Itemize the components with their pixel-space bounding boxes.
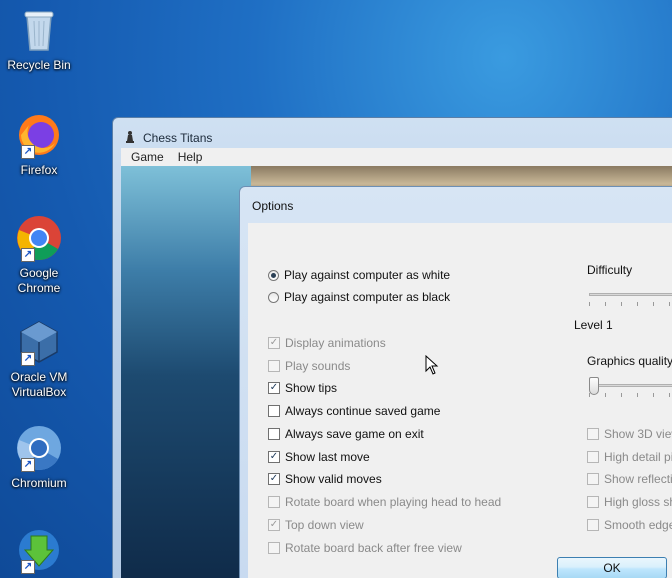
desktop-icon-label: Chromium xyxy=(11,476,67,490)
download-manager-icon: ↗ xyxy=(15,526,63,574)
shortcut-arrow-icon: ↗ xyxy=(21,248,35,262)
checkbox-play-sounds[interactable]: Play sounds xyxy=(268,359,350,373)
checkbox-unchecked-icon xyxy=(587,519,599,531)
checkbox-label: Show reflections xyxy=(604,472,672,486)
window-title: Chess Titans xyxy=(143,131,213,145)
checkbox-checked-icon: ✓ xyxy=(268,519,280,531)
firefox-icon: ↗ xyxy=(15,111,63,159)
checkbox-always-continue-saved-game[interactable]: Always continue saved game xyxy=(268,404,440,418)
checkbox-label: Rotate board back after free view xyxy=(285,541,462,555)
difficulty-slider[interactable] xyxy=(589,286,672,306)
desktop-icon-download-manager[interactable]: ↗ xyxy=(4,526,74,578)
slider-ticks xyxy=(589,302,672,306)
checkbox-high-gloss-shading[interactable]: High gloss shading xyxy=(587,495,672,509)
slider-thumb[interactable] xyxy=(589,377,599,395)
checkbox-label: Rotate board when playing head to head xyxy=(285,495,502,509)
shortcut-arrow-icon: ↗ xyxy=(21,352,35,366)
checkbox-label: High gloss shading xyxy=(604,495,672,509)
radio-label: Play against computer as white xyxy=(284,268,451,282)
shortcut-arrow-icon: ↗ xyxy=(21,145,35,159)
checkbox-label: Play sounds xyxy=(285,359,351,373)
checkbox-show-3d-view[interactable]: Show 3D view xyxy=(587,427,672,441)
mouse-cursor-icon xyxy=(425,354,439,375)
graphics-quality-slider[interactable] xyxy=(589,377,672,397)
desktop-icon-label: Firefox xyxy=(20,163,58,177)
checkbox-unchecked-icon xyxy=(268,496,280,508)
checkbox-label: High detail pieces xyxy=(604,450,672,464)
desktop-icon-label: Google Chrome xyxy=(17,266,61,295)
checkbox-show-last-move[interactable]: ✓ Show last move xyxy=(268,450,370,464)
checkbox-unchecked-icon xyxy=(587,451,599,463)
difficulty-value: Level 1 xyxy=(574,318,613,332)
menu-game[interactable]: Game xyxy=(125,148,170,166)
desktop-icon-label: Oracle VM VirtualBox xyxy=(10,370,68,399)
checkbox-high-detail-pieces[interactable]: High detail pieces xyxy=(587,450,672,464)
checkbox-label: Show last move xyxy=(285,450,370,464)
checkbox-unchecked-icon xyxy=(587,496,599,508)
chrome-icon: ↗ xyxy=(15,214,63,262)
checkbox-label: Always save game on exit xyxy=(285,427,424,441)
checkbox-label: Top down view xyxy=(285,518,364,532)
slider-track xyxy=(589,293,672,296)
difficulty-value-text: Level 1 xyxy=(574,318,613,332)
desktop-icon-chrome[interactable]: ↗ Google Chrome xyxy=(4,214,74,296)
dialog-title: Options xyxy=(252,199,294,213)
menu-bar: Game Help xyxy=(121,148,672,166)
desktop-icon-label: Recycle Bin xyxy=(7,58,71,72)
desktop-icon-chromium[interactable]: ↗ Chromium xyxy=(4,424,74,491)
checkbox-label: Show valid moves xyxy=(285,472,382,486)
graphics-quality-label: Graphics quality xyxy=(587,354,672,368)
virtualbox-icon: ↗ xyxy=(15,318,63,366)
window-titlebar[interactable]: Chess Titans xyxy=(113,118,672,150)
checkbox-show-reflections[interactable]: Show reflections xyxy=(587,472,672,486)
checkbox-unchecked-icon xyxy=(268,405,280,417)
radio-selected-icon xyxy=(268,269,279,281)
checkbox-rotate-board-head-to-head[interactable]: Rotate board when playing head to head xyxy=(268,495,501,509)
checkbox-unchecked-icon xyxy=(268,360,280,372)
radio-unselected-icon xyxy=(268,291,279,303)
chess-piece-icon xyxy=(123,130,137,147)
shortcut-arrow-icon: ↗ xyxy=(21,560,35,574)
checkbox-display-animations[interactable]: ✓ Display animations xyxy=(268,336,386,350)
difficulty-label: Difficulty xyxy=(587,263,632,277)
checkbox-label: Show tips xyxy=(285,381,338,395)
desktop-icon-virtualbox[interactable]: ↗ Oracle VM VirtualBox xyxy=(4,318,74,400)
checkbox-show-valid-moves[interactable]: ✓ Show valid moves xyxy=(268,472,382,486)
checkbox-label: Display animations xyxy=(285,336,386,350)
radio-play-black[interactable]: Play against computer as black xyxy=(268,290,450,304)
checkbox-checked-icon: ✓ xyxy=(268,451,280,463)
shortcut-arrow-icon: ↗ xyxy=(21,458,35,472)
recycle-bin-icon xyxy=(15,6,63,54)
checkbox-label: Smooth edges xyxy=(604,518,672,532)
checkbox-unchecked-icon xyxy=(587,473,599,485)
radio-play-white[interactable]: Play against computer as white xyxy=(268,268,450,282)
checkbox-top-down-view[interactable]: ✓ Top down view xyxy=(268,518,364,532)
checkbox-label: Show 3D view xyxy=(604,427,672,441)
checkbox-label: Always continue saved game xyxy=(285,404,441,418)
radio-label: Play against computer as black xyxy=(284,290,451,304)
checkbox-checked-icon: ✓ xyxy=(268,337,280,349)
checkbox-checked-icon: ✓ xyxy=(268,473,280,485)
slider-track xyxy=(589,384,672,387)
desktop-icon-recycle-bin[interactable]: Recycle Bin xyxy=(4,6,74,73)
checkbox-unchecked-icon xyxy=(268,428,280,440)
checkbox-rotate-board-back[interactable]: Rotate board back after free view xyxy=(268,541,462,555)
slider-ticks xyxy=(589,393,672,397)
ok-button[interactable]: OK xyxy=(557,557,667,578)
graphics-quality-text: Graphics quality xyxy=(587,354,672,368)
chromium-icon: ↗ xyxy=(15,424,63,472)
checkbox-checked-icon: ✓ xyxy=(268,382,280,394)
checkbox-smooth-edges[interactable]: Smooth edges xyxy=(587,518,672,532)
checkbox-unchecked-icon xyxy=(268,542,280,554)
checkbox-always-save-on-exit[interactable]: Always save game on exit xyxy=(268,427,424,441)
desktop-icon-firefox[interactable]: ↗ Firefox xyxy=(4,111,74,178)
checkbox-show-tips[interactable]: ✓ Show tips xyxy=(268,381,337,395)
menu-help[interactable]: Help xyxy=(172,148,209,166)
difficulty-text: Difficulty xyxy=(587,263,633,277)
checkbox-unchecked-icon xyxy=(587,428,599,440)
